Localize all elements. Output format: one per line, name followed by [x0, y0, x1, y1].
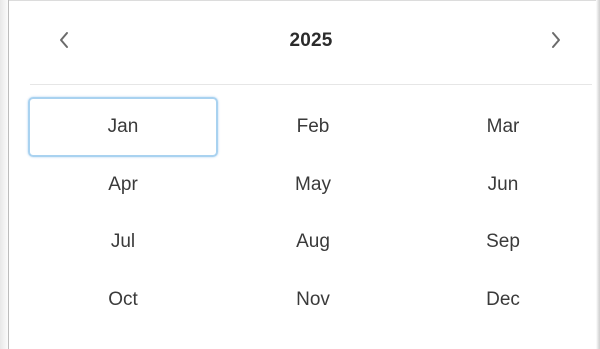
- month-cell-apr[interactable]: Apr: [28, 155, 218, 215]
- window-border-line: [8, 0, 9, 349]
- month-cell-jan[interactable]: Jan: [28, 97, 218, 157]
- month-cell-mar[interactable]: Mar: [408, 97, 598, 157]
- year-label[interactable]: 2025: [271, 30, 351, 52]
- chevron-left-icon: [60, 32, 68, 48]
- month-cell-may[interactable]: May: [218, 155, 408, 215]
- month-cell-feb[interactable]: Feb: [218, 97, 408, 157]
- month-grid: Jan Feb Mar Apr May Jun Jul Aug Sep Oct Nov Dec: [28, 97, 598, 327]
- previous-year-button[interactable]: [46, 22, 82, 58]
- month-cell-dec[interactable]: Dec: [408, 270, 598, 330]
- window-border-top: [9, 0, 596, 1]
- month-cell-nov[interactable]: Nov: [218, 270, 408, 330]
- month-cell-aug[interactable]: Aug: [218, 212, 408, 272]
- month-cell-jun[interactable]: Jun: [408, 155, 598, 215]
- window-border-left: [0, 0, 8, 349]
- calendar-header: 2025: [30, 16, 592, 70]
- month-cell-jul[interactable]: Jul: [28, 212, 218, 272]
- month-cell-sep[interactable]: Sep: [408, 212, 598, 272]
- month-cell-oct[interactable]: Oct: [28, 270, 218, 330]
- month-picker-popup: 2025 Jan Feb Mar Apr May Jun Jul Aug Sep Oct Nov De…: [0, 0, 600, 349]
- next-year-button[interactable]: [538, 22, 574, 58]
- chevron-right-icon: [552, 32, 560, 48]
- header-divider: [30, 84, 592, 85]
